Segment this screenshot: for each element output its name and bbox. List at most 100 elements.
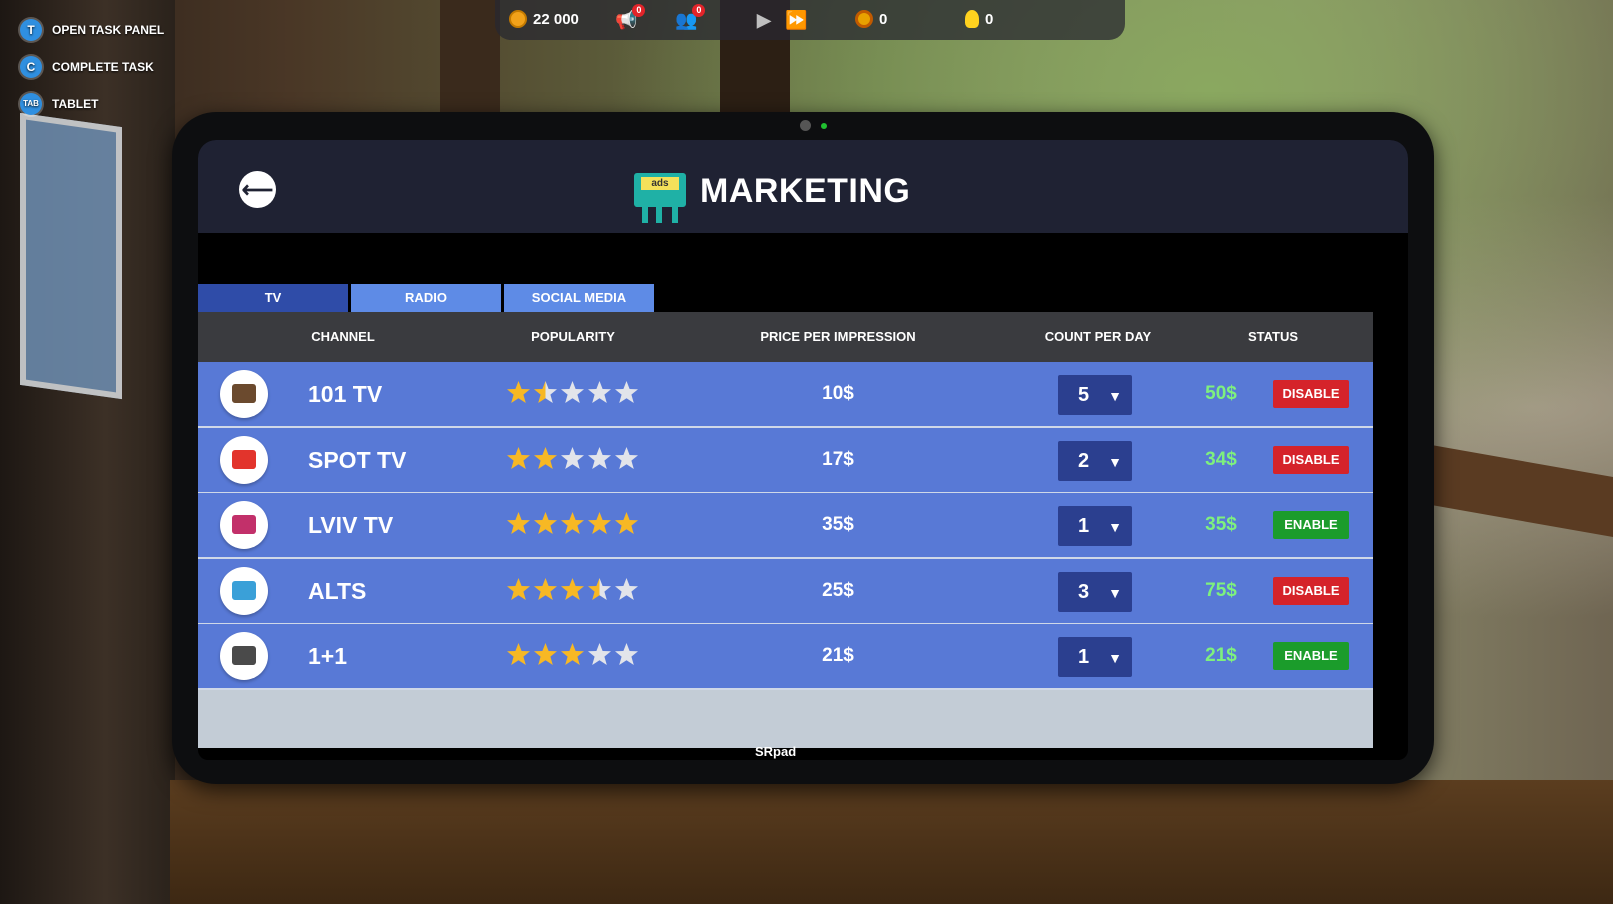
ideas-display: 0 bbox=[965, 10, 993, 28]
daily-total-cost: 35$ bbox=[1205, 514, 1237, 535]
star-filled-icon bbox=[561, 643, 584, 665]
tab-radio[interactable]: RADIO bbox=[351, 284, 501, 312]
top-hud-bar: 22 000 📢 0 👥 0 ▶ ⏩ 0 0 bbox=[495, 0, 1125, 40]
tablet-camera-led bbox=[821, 123, 827, 129]
chevron-down-icon: ▼ bbox=[1108, 388, 1122, 404]
count-per-day-dropdown[interactable]: 2 ▼ bbox=[1058, 440, 1132, 481]
staff-notification-button[interactable]: 👥 0 bbox=[675, 4, 706, 31]
count-value: 1 bbox=[1078, 515, 1090, 537]
table-row: 101 TV 10$ 5 ▼ 50$ DISABLE bbox=[198, 362, 1373, 428]
star-filled-icon bbox=[507, 446, 530, 469]
tablet-brand: SRpad bbox=[755, 744, 797, 759]
back-button[interactable]: ⟵ bbox=[239, 171, 276, 208]
money-display: 22 000 bbox=[509, 10, 579, 28]
background-window bbox=[20, 112, 122, 400]
star-empty-icon bbox=[588, 381, 611, 403]
daily-total-cost: 21$ bbox=[1205, 645, 1237, 666]
tv-icon bbox=[232, 384, 256, 403]
notification-badge: 0 bbox=[692, 4, 706, 17]
arrow-left-icon: ⟵ bbox=[241, 177, 274, 202]
notification-badge: 0 bbox=[632, 4, 646, 17]
star-empty-icon bbox=[615, 643, 638, 665]
hotkey-open-task-panel: T OPEN TASK PANEL bbox=[20, 19, 164, 41]
star-filled-icon bbox=[507, 512, 530, 534]
tab-tv[interactable]: TV bbox=[198, 284, 348, 312]
hotkey-complete-task: C COMPLETE TASK bbox=[20, 56, 154, 78]
fast-forward-icon: ⏩ bbox=[785, 10, 808, 30]
price-per-impression: 21$ bbox=[822, 645, 854, 666]
table-header: CHANNEL POPULARITY PRICE PER IMPRESSION … bbox=[198, 312, 1373, 362]
star-empty-icon bbox=[588, 643, 611, 665]
star-filled-icon bbox=[534, 512, 557, 534]
popularity-stars bbox=[506, 642, 646, 670]
star-filled-icon bbox=[561, 512, 584, 534]
price-per-impression: 25$ bbox=[822, 579, 854, 601]
background-railing bbox=[1420, 442, 1613, 538]
table-row: LVIV TV 35$ 1 ▼ 35$ ENABLE bbox=[198, 493, 1373, 559]
count-value: 3 bbox=[1078, 580, 1090, 603]
tv-icon bbox=[232, 515, 256, 534]
disable-button[interactable]: DISABLE bbox=[1273, 445, 1349, 474]
column-header-price: PRICE PER IMPRESSION bbox=[760, 329, 916, 344]
column-header-channel: CHANNEL bbox=[311, 329, 375, 344]
disable-button[interactable]: DISABLE bbox=[1273, 380, 1349, 408]
count-per-day-dropdown[interactable]: 5 ▼ bbox=[1058, 375, 1132, 415]
enable-button[interactable]: ENABLE bbox=[1273, 642, 1349, 670]
enable-button[interactable]: ENABLE bbox=[1273, 511, 1349, 539]
chevron-down-icon: ▼ bbox=[1108, 519, 1122, 535]
hotkey-tablet: TAB TABLET bbox=[20, 93, 98, 115]
star-empty-icon bbox=[561, 446, 584, 469]
star-empty-icon bbox=[615, 577, 638, 600]
tv-icon bbox=[232, 580, 256, 600]
megaphone-icon: 📢 0 bbox=[615, 4, 646, 31]
money-value: 22 000 bbox=[533, 10, 579, 28]
play-button[interactable]: ▶ bbox=[757, 10, 771, 31]
count-per-day-dropdown[interactable]: 1 ▼ bbox=[1058, 506, 1132, 546]
price-per-impression: 17$ bbox=[822, 448, 854, 470]
star-half-icon bbox=[534, 381, 557, 403]
ads-notification-button[interactable]: 📢 0 bbox=[615, 4, 646, 31]
hotkey-key: T bbox=[20, 19, 42, 41]
background-post bbox=[440, 0, 500, 120]
popularity-stars bbox=[506, 380, 646, 408]
star-filled-icon bbox=[507, 577, 530, 600]
channel-logo-icon bbox=[220, 435, 268, 484]
play-icon: ▶ bbox=[757, 10, 771, 30]
column-header-popularity: POPULARITY bbox=[531, 329, 615, 344]
star-empty-icon bbox=[615, 446, 638, 469]
fast-forward-button[interactable]: ⏩ bbox=[785, 10, 807, 31]
disable-button[interactable]: DISABLE bbox=[1273, 576, 1349, 605]
channel-name: 101 TV bbox=[308, 381, 383, 407]
tablet-screen: ⟵ ads MARKETING TV RADIO SOCIAL MEDIA CH… bbox=[198, 140, 1408, 760]
count-per-day-dropdown[interactable]: 3 ▼ bbox=[1058, 571, 1132, 612]
star-filled-icon bbox=[534, 643, 557, 665]
count-per-day-dropdown[interactable]: 1 ▼ bbox=[1058, 637, 1132, 677]
channel-logo-icon bbox=[220, 501, 268, 549]
star-empty-icon bbox=[615, 381, 638, 403]
star-filled-icon bbox=[507, 643, 530, 665]
table-row: SPOT TV 17$ 2 ▼ 34$ DISABLE bbox=[198, 427, 1373, 494]
channel-name: SPOT TV bbox=[308, 446, 407, 473]
price-per-impression: 10$ bbox=[822, 383, 854, 404]
daily-total-cost: 75$ bbox=[1205, 579, 1237, 601]
star-filled-icon bbox=[534, 577, 557, 600]
star-empty-icon bbox=[561, 381, 584, 403]
star-half-icon bbox=[588, 577, 611, 600]
page-title: MARKETING bbox=[700, 172, 911, 210]
ads-tag: ads bbox=[641, 177, 679, 190]
star-filled-icon bbox=[507, 381, 530, 403]
hotkey-key: C bbox=[20, 56, 42, 78]
daily-total-cost: 50$ bbox=[1205, 383, 1237, 404]
ideas-value: 0 bbox=[985, 10, 994, 28]
count-value: 1 bbox=[1078, 646, 1090, 668]
chevron-down-icon: ▼ bbox=[1108, 453, 1122, 470]
popularity-stars bbox=[506, 446, 646, 474]
popularity-stars bbox=[506, 577, 646, 605]
channels-table: CHANNEL POPULARITY PRICE PER IMPRESSION … bbox=[198, 312, 1373, 748]
star-filled-icon bbox=[561, 577, 584, 600]
count-value: 2 bbox=[1078, 449, 1090, 472]
hotkey-label: OPEN TASK PANEL bbox=[52, 23, 165, 37]
tab-social-media[interactable]: SOCIAL MEDIA bbox=[504, 284, 654, 312]
tablet-camera bbox=[800, 120, 811, 131]
medal-display: 0 bbox=[855, 10, 887, 28]
